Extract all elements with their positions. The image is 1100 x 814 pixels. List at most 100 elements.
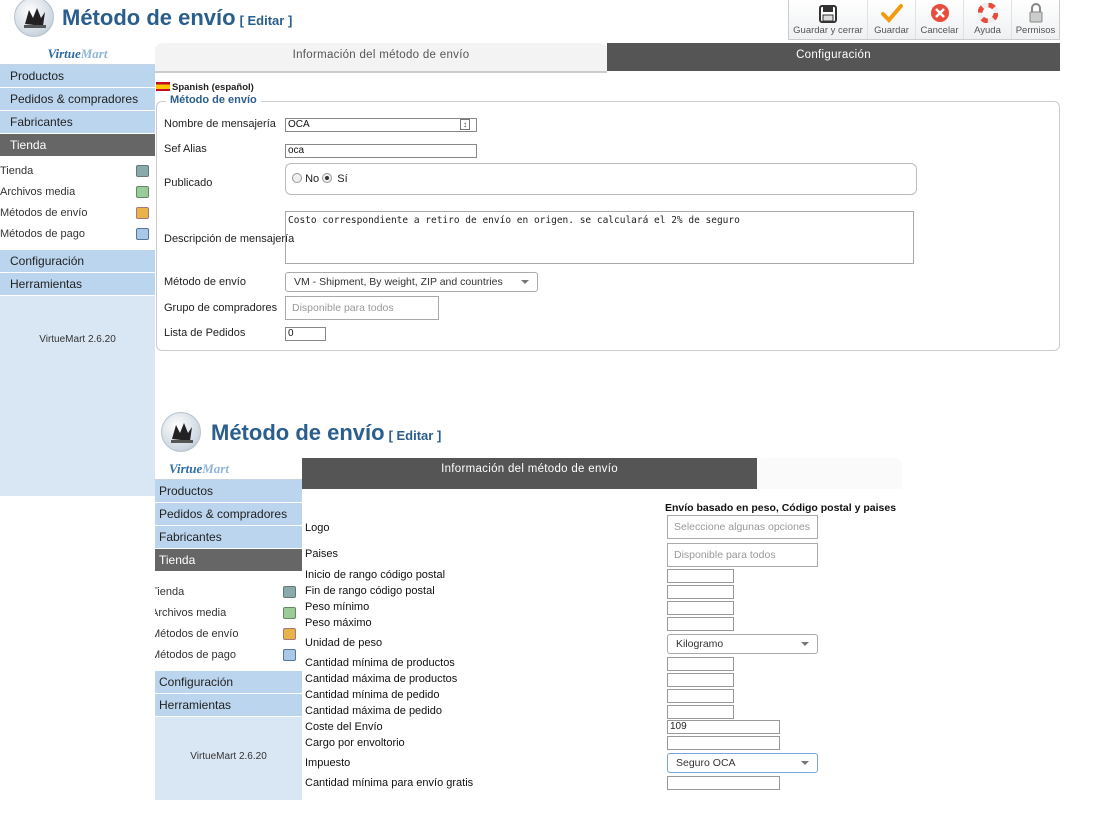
chevron-down-icon	[801, 642, 809, 646]
sef-input[interactable]: oca	[285, 144, 477, 158]
truck-icon	[283, 628, 296, 640]
radio-no[interactable]	[292, 173, 302, 183]
radio-si[interactable]	[322, 173, 333, 183]
sef-label: Sef Alias	[164, 143, 207, 155]
peso-max-input[interactable]	[667, 617, 734, 631]
virtuemart-logo: VirtueMart	[0, 43, 155, 65]
truck-icon	[136, 207, 149, 219]
sidebar-item-fabricantes[interactable]: Fabricantes	[155, 526, 302, 549]
cant-min-ped-label: Cantidad mínima de pedido	[305, 689, 440, 701]
lista-label: Lista de Pedidos	[164, 327, 246, 339]
media-icon	[136, 186, 149, 198]
sidebar-item-productos[interactable]: Productos	[0, 65, 155, 88]
sidebar-item-productos[interactable]: Productos	[155, 480, 302, 503]
sidebar-subitem-pago[interactable]: Métodos de pago	[0, 224, 155, 245]
tab-info[interactable]: Información del método de envío	[155, 43, 607, 71]
cant-max-ped-input[interactable]	[667, 705, 734, 719]
payment-icon	[283, 649, 296, 661]
sidebar-subitem-pago[interactable]: Métodos de pago	[155, 645, 302, 666]
virtuemart-logo: VirtueMart	[155, 458, 302, 480]
peso-min-label: Peso mínimo	[305, 601, 370, 613]
sidebar-item-configuracion[interactable]: Configuración	[0, 250, 155, 273]
cant-max-prod-input[interactable]	[667, 673, 734, 687]
sidebar-subitem-envio[interactable]: Métodos de envío	[0, 203, 155, 224]
descripcion-textarea[interactable]: Costo correspondiente a retiro de envío …	[285, 211, 914, 264]
sidebar: VirtueMart Productos Pedidos & comprador…	[0, 43, 155, 496]
tab-config[interactable]	[757, 458, 902, 489]
translate-icon[interactable]: ↕	[460, 119, 470, 130]
metodo-select[interactable]: VM - Shipment, By weight, ZIP and countr…	[285, 272, 538, 292]
cant-max-prod-label: Cantidad máxima de productos	[305, 673, 458, 685]
cant-min-gratis-label: Cantidad mínima para envío gratis	[305, 777, 474, 789]
sidebar-subitem-tienda[interactable]: Tienda	[0, 161, 155, 182]
save-button[interactable]: Guardar	[867, 0, 915, 39]
coste-envio-input[interactable]: 109	[667, 720, 780, 734]
store-icon	[136, 165, 149, 177]
permissions-button[interactable]: Permisos	[1011, 0, 1059, 39]
zip-start-input[interactable]	[667, 569, 734, 583]
sidebar-item-pedidos[interactable]: Pedidos & compradores	[155, 503, 302, 526]
sidebar-item-configuracion[interactable]: Configuración	[155, 671, 302, 694]
version-label: VirtueMart 2.6.20	[190, 751, 267, 762]
config-tab-window: Método de envío[ Editar ] VirtueMart Pro…	[155, 405, 902, 800]
tab-config[interactable]: Configuración	[607, 43, 1060, 71]
sidebar-subitem-envio[interactable]: Métodos de envío	[155, 624, 302, 645]
sidebar-item-fabricantes[interactable]: Fabricantes	[0, 111, 155, 134]
shipment-logo-icon	[14, 0, 54, 37]
version-label: VirtueMart 2.6.20	[39, 334, 116, 345]
zip-end-input[interactable]	[667, 585, 734, 599]
impuesto-select[interactable]: Seguro OCA	[667, 753, 818, 773]
publicado-options: No Sí	[292, 173, 348, 185]
sidebar-item-herramientas[interactable]: Herramientas	[155, 694, 302, 717]
cancel-button[interactable]: Cancelar	[915, 0, 963, 39]
page-title: Método de envío[ Editar ]	[62, 5, 293, 30]
publicado-radio-group	[285, 163, 917, 195]
nombre-input[interactable]: OCA	[285, 118, 477, 132]
tab-underline	[155, 71, 607, 73]
lock-icon	[1029, 3, 1042, 23]
zip-end-label: Fin de rango código postal	[305, 585, 435, 597]
sidebar-item-pedidos[interactable]: Pedidos & compradores	[0, 88, 155, 111]
tab-bar: Información del método de envío Configur…	[155, 43, 1060, 71]
cant-min-prod-input[interactable]	[667, 657, 734, 671]
edit-label: [ Editar ]	[239, 13, 293, 28]
sidebar: VirtueMart Productos Pedidos & comprador…	[155, 458, 302, 800]
lista-input[interactable]: 0	[285, 327, 326, 341]
sidebar-item-tienda[interactable]: Tienda	[155, 549, 302, 572]
media-icon	[283, 607, 296, 619]
sidebar-item-tienda[interactable]: Tienda	[0, 134, 155, 157]
cargo-envoltorio-input[interactable]	[667, 736, 780, 750]
tab-bar: Información del método de envío	[302, 458, 902, 489]
chevron-down-icon	[801, 761, 809, 765]
shipment-logo-icon	[161, 412, 201, 452]
cancel-icon	[930, 4, 949, 22]
paises-select[interactable]: Disponible para todos	[667, 543, 818, 567]
publicado-label: Publicado	[164, 177, 213, 189]
unidad-peso-label: Unidad de peso	[305, 637, 383, 649]
sidebar-subitem-media[interactable]: Archivos media	[0, 182, 155, 203]
edit-label: [ Editar ]	[388, 428, 442, 443]
sidebar-item-herramientas[interactable]: Herramientas	[0, 273, 155, 296]
peso-max-label: Peso máximo	[305, 617, 372, 629]
unidad-peso-select[interactable]: Kilogramo	[667, 634, 818, 654]
config-heading: Envío basado en peso, Código postal y pa…	[665, 502, 897, 514]
paises-label: Paises	[305, 548, 339, 560]
logo-select[interactable]: Seleccione algunas opciones	[667, 515, 818, 539]
sidebar-subitem-media[interactable]: Archivos media	[155, 603, 302, 624]
cant-min-gratis-input[interactable]	[667, 776, 780, 790]
payment-icon	[136, 228, 149, 240]
sidebar-subitem-tienda[interactable]: Tienda	[155, 582, 302, 603]
tab-info[interactable]: Información del método de envío	[302, 458, 757, 489]
grupo-input[interactable]: Disponible para todos	[285, 296, 439, 320]
sidebar-submenu: Tienda Archivos media Métodos de envío M…	[155, 572, 302, 671]
save-close-button[interactable]: Guardar y cerrar	[789, 0, 867, 39]
cant-min-ped-input[interactable]	[667, 689, 734, 703]
peso-min-input[interactable]	[667, 601, 734, 615]
metodo-label: Método de envío	[164, 276, 246, 288]
help-button[interactable]: Ayuda	[963, 0, 1011, 39]
fieldset-legend: Método de envío	[166, 94, 261, 106]
grupo-label: Grupo de compradores	[164, 302, 278, 314]
cant-min-prod-label: Cantidad mínima de productos	[305, 657, 455, 669]
toolbar: Guardar y cerrar Guardar Cancelar Ayuda …	[788, 0, 1060, 40]
sidebar-submenu: Tienda Archivos media Métodos de envío M…	[0, 157, 155, 250]
